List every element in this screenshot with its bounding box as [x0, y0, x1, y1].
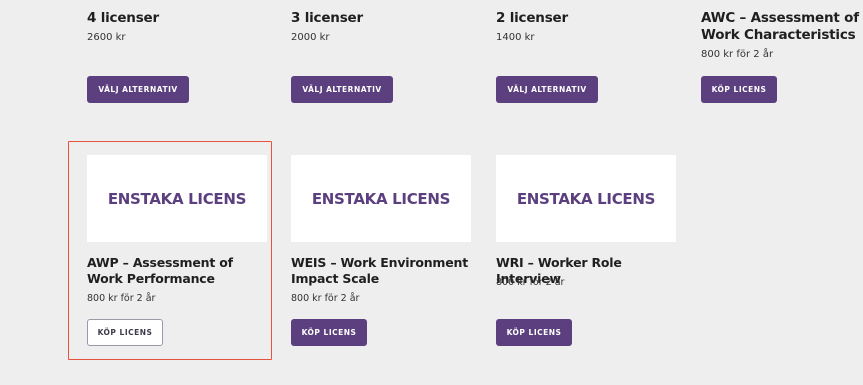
product-title: 4 licenser [87, 10, 159, 26]
product-card-3-licenses: 3 licenser 2000 kr [291, 10, 481, 43]
buy-license-button[interactable]: KÖP LICENS [291, 319, 367, 346]
product-image[interactable]: ENSTAKA LICENS [291, 155, 471, 242]
product-price: 800 kr för 2 år [291, 293, 360, 304]
product-price: 800 kr för 2 år [87, 293, 156, 304]
product-image-text: ENSTAKA LICENS [516, 189, 656, 208]
buy-license-button[interactable]: KÖP LICENS [87, 319, 163, 346]
choose-option-button[interactable]: VÄLJ ALTERNATIV [496, 76, 598, 103]
buy-license-button[interactable]: KÖP LICENS [701, 76, 777, 103]
product-image[interactable]: ENSTAKA LICENS [496, 155, 676, 242]
product-price: 2000 kr [291, 32, 330, 43]
product-title: WEIS – Work Environment Impact Scale [291, 255, 468, 286]
product-card-4-licenses: 4 licenser 2600 kr [87, 10, 277, 43]
product-image-text: ENSTAKA LICENS [107, 189, 247, 208]
product-grid: 4 licenser 2600 kr VÄLJ ALTERNATIV 3 lic… [0, 0, 863, 385]
product-image[interactable]: ENSTAKA LICENS [87, 155, 267, 242]
buy-license-button[interactable]: KÖP LICENS [496, 319, 572, 346]
product-title: AWP – Assessment of Work Performance [87, 255, 233, 286]
product-price: 800 kr för 2 år [701, 49, 774, 60]
product-card-awc: AWC – Assessment of Work Characteristics… [701, 10, 863, 60]
choose-option-button[interactable]: VÄLJ ALTERNATIV [291, 76, 393, 103]
product-title: 3 licenser [291, 10, 363, 26]
product-title: 2 licenser [496, 10, 568, 26]
product-price: 1400 kr [496, 32, 535, 43]
product-price: 2600 kr [87, 32, 126, 43]
choose-option-button[interactable]: VÄLJ ALTERNATIV [87, 76, 189, 103]
product-price: 800 kr för 2 år [496, 277, 565, 288]
product-card-2-licenses: 2 licenser 1400 kr [496, 10, 676, 43]
product-title: AWC – Assessment of Work Characteristics [701, 10, 859, 43]
product-image-text: ENSTAKA LICENS [311, 189, 451, 208]
